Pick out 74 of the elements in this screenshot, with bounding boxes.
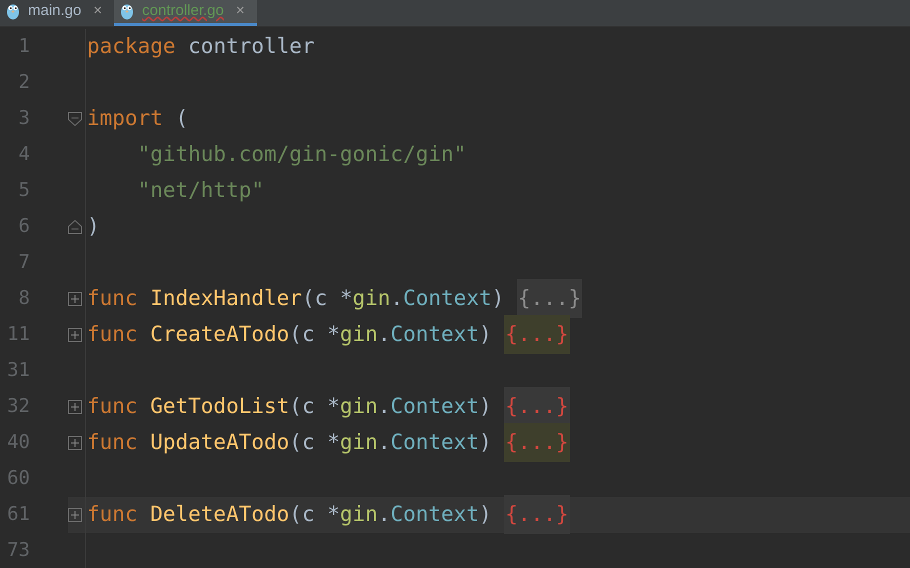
gopher-icon bbox=[6, 2, 20, 20]
folded-code-placeholder[interactable]: {...} bbox=[504, 314, 570, 354]
line-number: 5 bbox=[18, 178, 30, 204]
code-token: CreateATodo bbox=[150, 320, 290, 348]
expand-fold-icon[interactable] bbox=[68, 436, 82, 450]
expand-fold-icon[interactable] bbox=[68, 328, 82, 342]
file-tab[interactable]: controller.go × bbox=[114, 0, 257, 26]
code-token: . bbox=[390, 284, 404, 312]
code-token: gin bbox=[352, 284, 390, 312]
code-token: (c * bbox=[289, 392, 340, 420]
code-token: GetTodoList bbox=[150, 392, 290, 420]
code-token: Context bbox=[390, 500, 479, 528]
code-token: func bbox=[87, 392, 138, 420]
code-token: ) bbox=[478, 428, 492, 456]
code-token: ) bbox=[87, 212, 100, 240]
code-token: gin bbox=[340, 392, 378, 420]
code-token: (c * bbox=[302, 284, 353, 312]
folded-code-placeholder[interactable]: {...} bbox=[504, 422, 570, 462]
code-token: . bbox=[378, 320, 390, 348]
line-number: 4 bbox=[18, 142, 30, 168]
folded-code-placeholder[interactable]: {...} bbox=[504, 494, 570, 534]
code-token: ) bbox=[478, 320, 492, 348]
expand-fold-icon[interactable] bbox=[68, 292, 82, 306]
line-number: 40 bbox=[7, 430, 30, 456]
file-tab[interactable]: main.go × bbox=[0, 0, 114, 26]
code-token: ) bbox=[478, 500, 492, 528]
expand-fold-icon[interactable] bbox=[68, 508, 82, 522]
code-token: package bbox=[87, 32, 176, 60]
code-token: ( bbox=[176, 104, 188, 132]
code-token: gin bbox=[340, 500, 378, 528]
code-token: Context bbox=[390, 428, 479, 456]
line-number: 11 bbox=[7, 322, 30, 348]
code-token: controller bbox=[188, 32, 315, 60]
code-token: func bbox=[87, 428, 138, 456]
code-token: UpdateATodo bbox=[150, 428, 290, 456]
code-token: Context bbox=[403, 284, 492, 312]
line-number: 61 bbox=[7, 502, 30, 528]
code-token: ) bbox=[478, 392, 492, 420]
line-number: 31 bbox=[7, 358, 30, 384]
code-token: func bbox=[87, 320, 138, 348]
close-icon[interactable]: × bbox=[236, 0, 245, 22]
code-token: func bbox=[87, 500, 138, 528]
code-token: ) bbox=[492, 284, 504, 312]
code-token: (c * bbox=[289, 500, 340, 528]
code-token: (c * bbox=[289, 320, 340, 348]
code-token: . bbox=[378, 428, 390, 456]
code-token: DeleteATodo bbox=[150, 500, 290, 528]
code-token: (c * bbox=[289, 428, 340, 456]
code-token: Context bbox=[390, 392, 479, 420]
folded-code-placeholder[interactable]: {...} bbox=[516, 278, 582, 318]
gopher-icon bbox=[120, 2, 134, 20]
code-token: Context bbox=[390, 320, 479, 348]
code-token: gin bbox=[340, 320, 378, 348]
close-icon[interactable]: × bbox=[93, 0, 102, 22]
line-number: 32 bbox=[7, 394, 30, 420]
collapse-fold-icon[interactable] bbox=[68, 112, 82, 126]
code-token: IndexHandler bbox=[150, 284, 302, 312]
line-number: 3 bbox=[18, 106, 30, 132]
line-number: 6 bbox=[18, 214, 30, 240]
code-token: func bbox=[87, 284, 138, 312]
code-token: "net/http" bbox=[138, 176, 264, 204]
code-token: . bbox=[378, 500, 390, 528]
line-number: 8 bbox=[18, 286, 30, 312]
fold-end-icon[interactable] bbox=[68, 220, 82, 234]
line-number: 60 bbox=[7, 466, 30, 492]
line-number: 2 bbox=[18, 70, 30, 96]
expand-fold-icon[interactable] bbox=[68, 400, 82, 414]
line-number: 7 bbox=[18, 250, 30, 276]
code-token: gin bbox=[340, 428, 378, 456]
code-token: import bbox=[87, 104, 163, 132]
code-token: "github.com/gin-gonic/gin" bbox=[138, 140, 466, 168]
line-number: 73 bbox=[7, 538, 30, 564]
code-token: . bbox=[378, 392, 390, 420]
line-number: 1 bbox=[18, 34, 30, 60]
